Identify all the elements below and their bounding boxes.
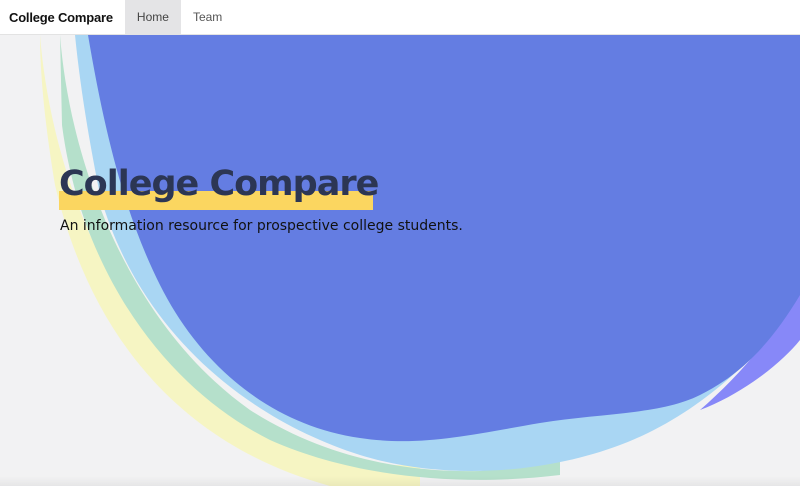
- hero-title: College Compare: [59, 164, 379, 204]
- nav-link-team[interactable]: Team: [181, 0, 234, 34]
- top-navbar: College Compare Home Team: [0, 0, 800, 35]
- hero-subtitle: An information resource for prospective …: [60, 218, 463, 234]
- hero-background-blobs: [40, 35, 800, 486]
- brand-link[interactable]: College Compare: [0, 0, 125, 34]
- hero-bottom-shadow: [0, 476, 800, 486]
- hero-section: College Compare An information resource …: [0, 35, 800, 486]
- nav-link-home[interactable]: Home: [124, 0, 181, 34]
